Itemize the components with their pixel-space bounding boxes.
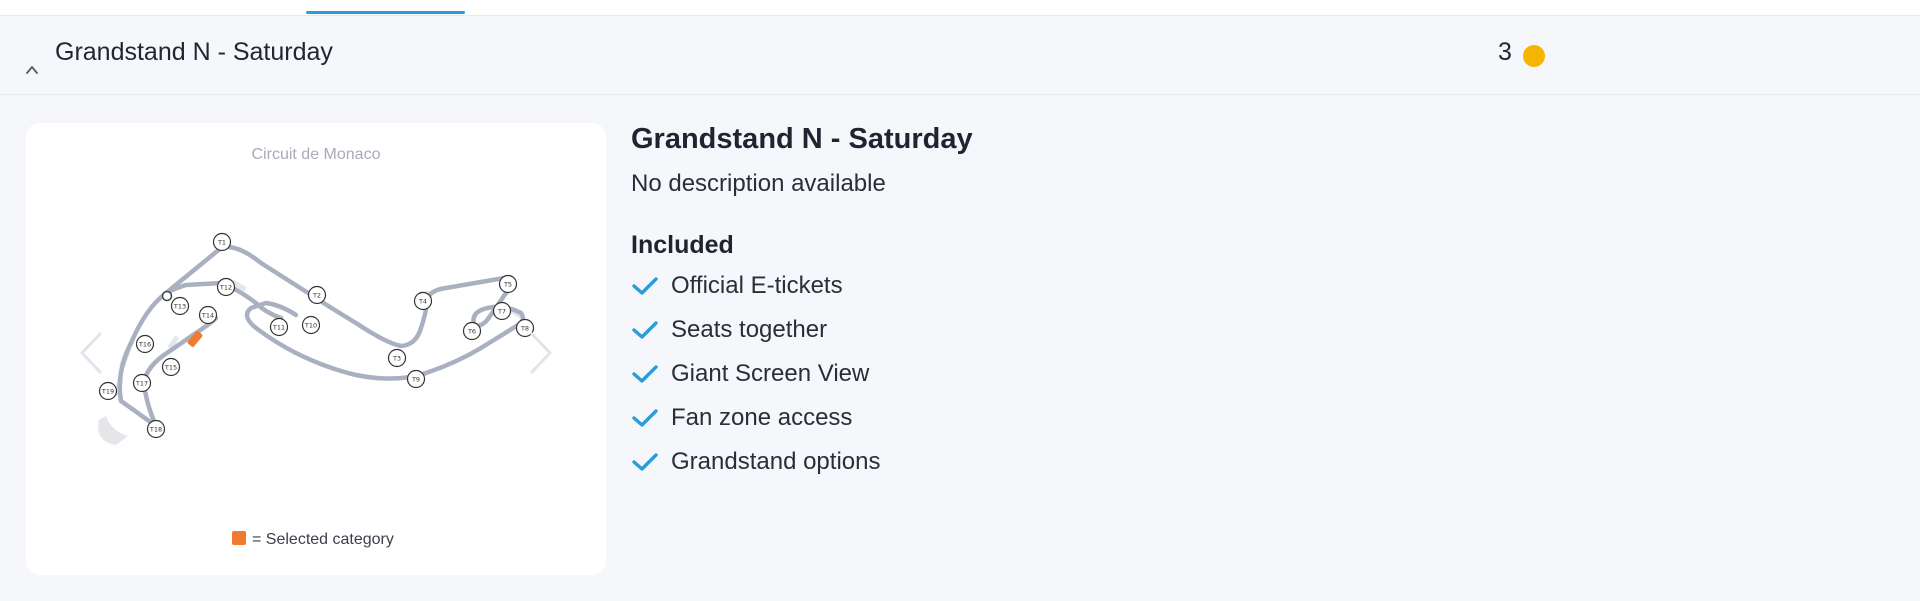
track-main (117, 244, 526, 429)
svg-text:T10: T10 (304, 322, 317, 330)
turn-marker-t3: T3 (387, 348, 407, 368)
svg-text:T11: T11 (272, 324, 285, 332)
svg-text:T19: T19 (101, 388, 114, 396)
check-icon (632, 321, 658, 339)
included-item: Official E-tickets (631, 264, 1531, 308)
svg-text:T1: T1 (217, 239, 226, 247)
check-icon (632, 453, 658, 471)
included-item: Giant Screen View (631, 352, 1531, 396)
svg-text:T18: T18 (149, 426, 162, 434)
turn-marker-t13: T13 (170, 296, 190, 316)
turn-marker-t2: T2 (307, 285, 327, 305)
turn-marker-t18: T18 (146, 419, 166, 439)
turn-markers: T1 T2 T3 T4 T5 T6 T7 T8 T9 T10 T11 T12 T… (98, 232, 535, 439)
svg-text:T15: T15 (164, 364, 177, 372)
svg-text:T2: T2 (312, 292, 321, 300)
detail-description: No description available (631, 170, 886, 197)
active-tab-indicator (306, 11, 465, 14)
turn-marker-t9: T9 (406, 369, 426, 389)
chevron-right-icon[interactable] (526, 328, 556, 378)
included-item-label: Grandstand options (671, 448, 881, 475)
included-heading: Included (631, 231, 734, 259)
detail-title: Grandstand N - Saturday (631, 123, 973, 155)
turn-marker-t7: T7 (492, 301, 512, 321)
track-pit (141, 315, 219, 429)
turn-marker-t10: T10 (301, 315, 321, 335)
check-icon (632, 365, 658, 383)
turn-marker-t14: T14 (198, 305, 218, 325)
turn-marker-t16: T16 (135, 334, 155, 354)
svg-text:T17: T17 (135, 380, 148, 388)
included-item-label: Official E-tickets (671, 272, 843, 299)
ticket-count: 3 (1498, 38, 1512, 66)
svg-text:T7: T7 (497, 308, 506, 316)
turn-marker-t1: T1 (212, 232, 232, 252)
included-item-label: Fan zone access (671, 404, 853, 431)
check-icon (632, 409, 658, 427)
turn-marker-t17: T17 (132, 373, 152, 393)
svg-text:T12: T12 (219, 284, 232, 292)
start-finish-flag-icon (161, 290, 173, 302)
included-item-label: Seats together (671, 316, 828, 343)
circuit-map: T1 T2 T3 T4 T5 T6 T7 T8 T9 T10 T11 T12 T… (98, 232, 535, 445)
turn-marker-t6: T6 (462, 321, 482, 341)
included-item: Grandstand options (631, 440, 1531, 484)
chevron-left-icon[interactable] (76, 328, 106, 378)
legend-text: = Selected category (252, 531, 394, 548)
circuit-map-card: Circuit de Monaco T1 T2 T3 T4 T5 T6 T7 T… (26, 123, 606, 575)
ticket-detail: Grandstand N - Saturday No description a… (631, 122, 1531, 484)
track-layout (117, 244, 526, 429)
turn-marker-t12: T12 (216, 277, 236, 297)
turn-marker-t11: T11 (269, 317, 289, 337)
availability-status-dot (1523, 45, 1545, 67)
included-item: Fan zone access (631, 396, 1531, 440)
svg-text:T9: T9 (411, 376, 420, 384)
check-icon (632, 277, 658, 295)
svg-text:T14: T14 (201, 312, 214, 320)
svg-text:T6: T6 (467, 328, 476, 336)
tab-bar (0, 0, 1920, 16)
turn-marker-t4: T4 (413, 291, 433, 311)
svg-text:T5: T5 (503, 281, 512, 289)
accordion-title[interactable]: Grandstand N - Saturday (55, 38, 333, 67)
turn-marker-t15: T15 (161, 357, 181, 377)
legend-swatch (232, 531, 246, 545)
included-item-label: Giant Screen View (671, 360, 870, 387)
svg-text:T16: T16 (138, 341, 151, 349)
svg-text:T3: T3 (392, 355, 401, 363)
included-item: Seats together (631, 308, 1531, 352)
included-list: Official E-tickets Seats together Giant … (631, 264, 1531, 484)
svg-text:T4: T4 (418, 298, 427, 306)
turn-marker-t5: T5 (498, 274, 518, 294)
turn-marker-t19: T19 (98, 381, 118, 401)
svg-text:T13: T13 (173, 303, 186, 311)
map-legend: = Selected category (232, 531, 394, 549)
chevron-up-icon[interactable] (26, 64, 38, 76)
